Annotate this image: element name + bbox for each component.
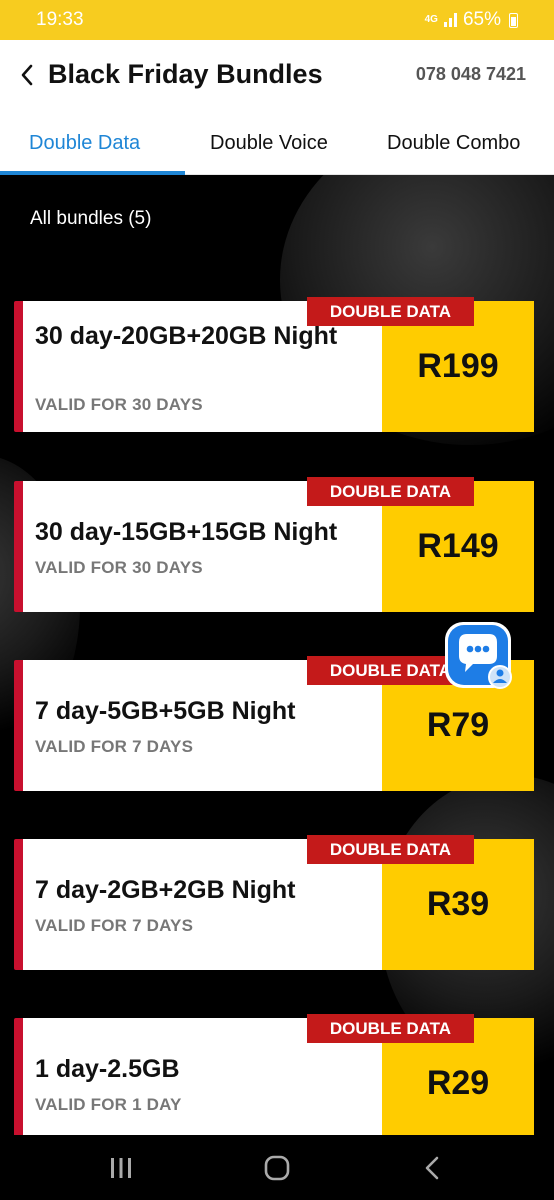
bundle-name: 30 day-15GB+15GB Night xyxy=(35,518,338,546)
battery-percent: 65% xyxy=(462,9,501,30)
battery-icon xyxy=(509,12,518,28)
tab-double-combo[interactable]: Double Combo xyxy=(387,110,520,175)
bundle-name: 7 day-5GB+5GB Night xyxy=(35,697,296,725)
back-button[interactable] xyxy=(12,58,42,92)
tab-bar: Double Data Double Voice Double Combo xyxy=(0,110,554,175)
bundle-badge: DOUBLE DATA xyxy=(307,835,474,864)
bundle-card[interactable]: R149 DOUBLE DATA 30 day-15GB+15GB Night … xyxy=(14,477,534,612)
signal-icon xyxy=(443,13,457,27)
bundle-validity: VALID FOR 1 DAY xyxy=(35,1095,182,1114)
status-indicators: 4G 65% xyxy=(425,9,518,31)
bundles-count-heading: All bundles (5) xyxy=(30,208,152,229)
chevron-left-icon xyxy=(21,64,33,86)
status-time: 19:33 xyxy=(36,9,84,30)
bundle-validity: VALID FOR 30 DAYS xyxy=(35,558,203,577)
bundle-card[interactable]: R39 DOUBLE DATA 7 day-2GB+2GB Night VALI… xyxy=(14,835,534,970)
bundle-card[interactable]: R199 DOUBLE DATA 30 day-20GB+20GB Night … xyxy=(14,297,534,432)
tab-double-voice[interactable]: Double Voice xyxy=(210,110,328,175)
bundle-validity: VALID FOR 7 DAYS xyxy=(35,737,194,756)
bundle-name: 30 day-20GB+20GB Night xyxy=(35,322,338,350)
bundle-badge: DOUBLE DATA xyxy=(307,1014,474,1043)
system-nav-bar xyxy=(0,1135,554,1200)
recents-button[interactable] xyxy=(106,1153,136,1183)
phone-number: 078 048 7421 xyxy=(415,64,526,84)
bundle-card[interactable]: R29 DOUBLE DATA 1 day-2.5GB VALID FOR 1 … xyxy=(14,1014,534,1135)
bundle-badge: DOUBLE DATA xyxy=(307,477,474,506)
recents-icon xyxy=(111,1158,131,1178)
home-button[interactable] xyxy=(260,1153,294,1183)
bundle-validity: VALID FOR 7 DAYS xyxy=(35,916,194,935)
bundle-name: 1 day-2.5GB xyxy=(35,1055,180,1083)
status-bar: 19:33 4G 65% xyxy=(0,0,554,40)
network-type: 4G xyxy=(424,14,438,25)
tab-double-data[interactable]: Double Data xyxy=(29,110,140,175)
page-title: Black Friday Bundles xyxy=(48,59,323,89)
back-icon xyxy=(425,1156,439,1180)
chat-bubble-icon xyxy=(445,622,512,689)
bundle-name: 7 day-2GB+2GB Night xyxy=(35,876,296,904)
system-back-button[interactable] xyxy=(418,1153,446,1183)
home-icon xyxy=(264,1155,290,1181)
chat-button[interactable] xyxy=(443,620,515,692)
bundle-validity: VALID FOR 30 DAYS xyxy=(35,395,203,414)
app-header: Black Friday Bundles 078 048 7421 xyxy=(0,40,554,110)
